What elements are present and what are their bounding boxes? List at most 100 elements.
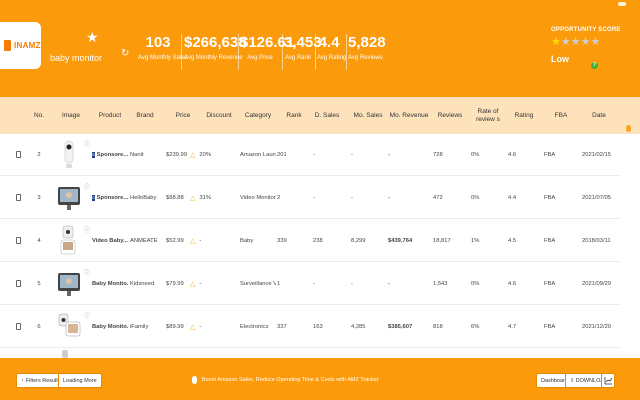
row-checkbox[interactable] <box>16 194 21 201</box>
info-icon[interactable]: ⓘ <box>84 311 90 320</box>
metric-label: Avg Reviews <box>348 55 383 61</box>
cell-brand: HelloBaby <box>130 194 157 201</box>
chart-icon[interactable] <box>601 373 615 388</box>
menu-dots-icon[interactable] <box>618 2 626 6</box>
info-icon[interactable]: ⓘ <box>84 182 90 191</box>
cell-reviews: 818 <box>433 323 443 330</box>
logo-text: INAMZ <box>14 41 41 50</box>
metric-avg-monthly-sales: 103 Avg Monthly Sales <box>138 34 188 64</box>
refresh-icon[interactable]: ↻ <box>121 48 129 59</box>
info-icon[interactable]: ⓘ <box>84 139 90 148</box>
cell-no: 3 <box>37 194 41 201</box>
cell-rate: 0% <box>471 194 480 201</box>
info-icon[interactable]: ⓘ <box>84 268 90 277</box>
loading-more-button[interactable]: Loading More <box>58 373 102 388</box>
cell-fba: FBA <box>544 280 556 287</box>
cell-date: 2018/03/11 <box>582 237 611 244</box>
price-history-icon[interactable]: △ <box>190 151 195 159</box>
cell-date: 2021/02/15 <box>582 151 612 158</box>
metric-label: Avg Monthly Sales <box>138 55 188 61</box>
scroll-indicator[interactable] <box>626 125 631 132</box>
cell-mo-sales: - <box>351 151 353 158</box>
cell-rank: 201 <box>277 151 287 158</box>
metric-label: Avg Rating <box>317 55 347 61</box>
col-price[interactable]: Price <box>168 97 198 134</box>
chart-glyph <box>604 377 612 385</box>
product-thumbnail[interactable] <box>56 310 82 344</box>
product-cell: Video Baby... <box>92 219 128 262</box>
cell-d-sales: 238 <box>313 237 323 244</box>
cell-mo-sales: 8,299 <box>351 237 366 244</box>
row-checkbox[interactable] <box>16 323 21 330</box>
cell-category: Baby <box>240 237 254 244</box>
product-title[interactable]: Sponsore... <box>97 152 128 158</box>
metric-label: Avg Monthly Revenue <box>184 55 243 61</box>
cell-fba: FBA <box>544 237 556 244</box>
info-icon[interactable]: ⓘ <box>84 225 90 234</box>
discount-value: - <box>199 237 202 244</box>
cell-brand: Nanit <box>130 151 144 158</box>
promo-banner[interactable]: Boost Amazon Sales, Reduce Operating Tim… <box>192 376 379 384</box>
product-thumbnail[interactable] <box>56 224 82 258</box>
row-checkbox[interactable] <box>16 280 21 287</box>
download-icon: ⇩ <box>570 377 575 384</box>
product-title[interactable]: Video Baby... <box>92 238 128 244</box>
product-title[interactable]: Baby Monito... <box>92 324 128 330</box>
col-reviews[interactable]: Reviews <box>434 97 466 134</box>
info-icon[interactable]: ? <box>591 62 598 69</box>
cell-category: Video Monitors <box>240 194 276 201</box>
col-category[interactable]: Category <box>240 97 276 134</box>
table-row[interactable]: 3 ⓘ S Sponsore... HelloBaby $88.88 △ 31% Video M… <box>0 176 620 219</box>
col-date[interactable]: Date <box>584 97 614 134</box>
cell-rating: 4.6 <box>508 280 517 287</box>
col-fba[interactable]: FBA <box>548 97 574 134</box>
col-rating[interactable]: Rating <box>510 97 538 134</box>
cell-d-sales: - <box>313 151 315 158</box>
cell-d-sales: 163 <box>313 323 323 330</box>
col-rank[interactable]: Rank <box>280 97 308 134</box>
cell-brand: Kidsneed <box>130 280 155 287</box>
col-d-sales[interactable]: D. Sales <box>312 97 342 134</box>
cell-mo-sales: - <box>351 280 353 287</box>
table-row[interactable]: 4 ⓘ Video Baby... ANMEATE $52.99 △ - Baby 339 238… <box>0 219 620 262</box>
metric-avg-rating: 4.4 Avg Rating <box>317 34 347 64</box>
row-checkbox[interactable] <box>16 151 21 158</box>
product-image-cell: ⓘ <box>56 262 90 305</box>
col-mo-sales[interactable]: Mo. Sales <box>350 97 386 134</box>
col-discount[interactable]: Discount <box>204 97 234 134</box>
metric-value: 5,828 <box>348 34 386 51</box>
table-row[interactable]: 6 ⓘ Baby Monito... iFamily $89.99 △ - Electroni… <box>0 305 620 348</box>
product-cell: S Sponsore... <box>92 133 128 176</box>
price-history-icon[interactable]: △ <box>190 237 195 245</box>
price-history-icon[interactable]: △ <box>190 323 195 331</box>
cell-fba: FBA <box>544 194 556 201</box>
product-thumbnail[interactable] <box>56 181 82 215</box>
col-rate-of-reviews[interactable]: Rate of review s <box>468 97 508 134</box>
price-history-icon[interactable]: △ <box>190 194 195 202</box>
col-brand[interactable]: Brand <box>130 97 160 134</box>
table-row[interactable]: 5 ⓘ Baby Monito... Kidsneed $79.99 △ - Surveill… <box>0 262 620 305</box>
cell-rank: 337 <box>277 323 287 330</box>
col-mo-revenue[interactable]: Mo. Revenue <box>388 97 430 134</box>
product-title[interactable]: Sponsore... <box>97 195 128 201</box>
search-keyword: baby monitor <box>50 53 103 63</box>
dashboard-label: Dashboard <box>541 377 568 384</box>
product-thumbnail[interactable] <box>56 138 82 172</box>
col-product[interactable]: Product <box>94 97 126 134</box>
metric-value: 3,453 <box>284 34 322 51</box>
product-title[interactable]: Baby Monito... <box>92 281 128 287</box>
cell-rate: 0% <box>471 151 480 158</box>
logo: INAMZ <box>0 22 41 69</box>
table-row[interactable]: 2 ⓘ S Sponsore... Nanit $239.99 △ 20% Amazon Lau… <box>0 133 620 176</box>
product-thumbnail[interactable] <box>56 267 82 301</box>
cell-rate: 0% <box>471 280 480 287</box>
cell-reviews: 18,817 <box>433 237 451 244</box>
cell-no: 5 <box>37 280 41 287</box>
price-history-icon[interactable]: △ <box>190 280 195 288</box>
product-cell: Baby Monito... <box>92 262 128 305</box>
row-checkbox[interactable] <box>16 237 21 244</box>
divider <box>238 34 239 70</box>
col-no[interactable]: No. <box>28 97 50 134</box>
star-icon[interactable]: ★ <box>86 30 99 44</box>
cell-rating: 4.6 <box>508 151 517 158</box>
